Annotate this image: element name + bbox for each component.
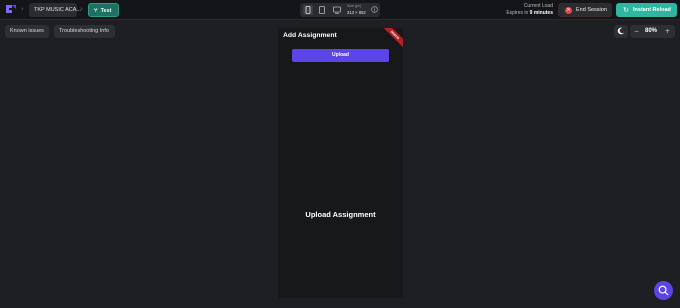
- zoom-level: 80%: [645, 28, 658, 34]
- troubleshooting-info-button[interactable]: Troubleshooting Info: [54, 25, 115, 38]
- expiry-prefix: Expires in: [506, 10, 529, 16]
- debug-banner: DEBUG: [378, 28, 403, 52]
- end-session-button[interactable]: × End Session: [558, 3, 612, 17]
- info-icon[interactable]: [371, 6, 378, 13]
- help-search-button[interactable]: [654, 281, 673, 300]
- empty-state-title: Upload Assignment: [305, 210, 376, 219]
- upload-button[interactable]: Upload: [292, 49, 389, 62]
- page-title: Add Assignment: [283, 32, 337, 39]
- expiry-value: 9 minutes: [529, 10, 553, 16]
- phone-view-button[interactable]: [303, 5, 313, 15]
- close-icon: ×: [565, 7, 572, 14]
- desktop-view-button[interactable]: [331, 5, 341, 15]
- environment-label: Test: [100, 8, 112, 14]
- search-icon: [658, 285, 669, 296]
- moon-icon: [617, 27, 624, 35]
- size-label: Size (px): [347, 4, 362, 8]
- environment-selector[interactable]: ⑂ Test: [88, 3, 119, 17]
- known-issues-button[interactable]: Known issues: [5, 25, 49, 38]
- device-switcher: Size (px) 313 × 852: [300, 3, 380, 17]
- size-value: 313 × 852: [347, 10, 366, 15]
- theme-toggle-button[interactable]: [614, 25, 628, 38]
- tablet-icon: [319, 6, 325, 14]
- device-preview[interactable]: Add Assignment DEBUG Upload Upload Assig…: [278, 28, 403, 298]
- zoom-out-button[interactable]: −: [634, 25, 639, 38]
- logo-icon[interactable]: [5, 4, 17, 16]
- refresh-icon: ↻: [623, 6, 629, 14]
- tablet-view-button[interactable]: [317, 5, 327, 15]
- project-selector[interactable]: TKP MUSIC ACA...: [29, 3, 81, 17]
- current-load-label: Current Load: [523, 3, 553, 9]
- zoom-control: − 80% +: [630, 25, 675, 38]
- end-session-label: End Session: [576, 7, 607, 13]
- zoom-in-button[interactable]: +: [665, 25, 670, 38]
- instant-reload-label: Instant Reload: [633, 7, 671, 13]
- branch-icon: ⑂: [94, 8, 98, 14]
- desktop-icon: [333, 6, 341, 14]
- top-bar: › TKP MUSIC ACA... › ⑂ Test Size (px) 313…: [0, 0, 680, 20]
- breadcrumb-separator: ›: [80, 5, 83, 13]
- current-load-expiry: Expires in 9 minutes: [506, 10, 553, 16]
- breadcrumb-separator: ›: [21, 5, 24, 13]
- phone-icon: [305, 6, 311, 14]
- instant-reload-button[interactable]: ↻ Instant Reload: [616, 3, 677, 17]
